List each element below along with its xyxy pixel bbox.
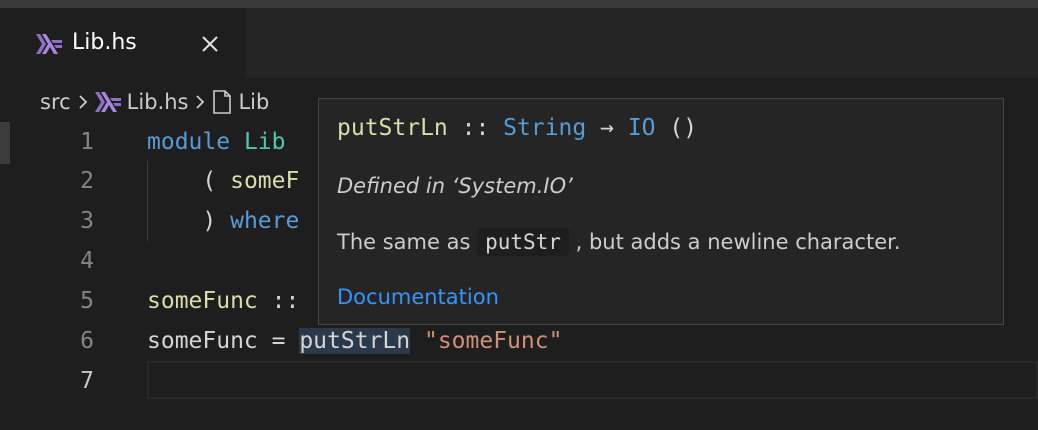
line-number: 6	[80, 328, 94, 354]
breadcrumb-label: Lib	[238, 90, 270, 114]
line-number: 3	[80, 208, 94, 234]
chevron-right-icon	[71, 94, 95, 110]
signature-token: String	[503, 115, 587, 141]
file-icon	[212, 90, 232, 114]
description-suffix: , but adds a newline character.	[568, 230, 901, 254]
code-token: putStrLn	[299, 328, 411, 354]
code-line[interactable]: 7	[0, 361, 1038, 401]
signature-token: putStrLn	[337, 115, 448, 141]
defined-in-text: Defined in ‘System.IO’	[337, 174, 573, 198]
window-top-strip	[0, 0, 1038, 8]
code-text: someFunc ::	[147, 281, 299, 321]
hover-tooltip: putStrLn :: String → IO () Defined in ‘S…	[318, 98, 1004, 325]
code-token: Lib	[243, 129, 286, 155]
signature-token: ()	[655, 115, 698, 141]
breadcrumb-item-lib-module[interactable]: Lib	[212, 90, 269, 114]
breadcrumb-label: src	[40, 90, 71, 114]
close-icon[interactable]	[200, 34, 220, 54]
type-signature: putStrLn :: String → IO ()	[337, 111, 697, 145]
description-text: The same as putStr , but adds a newline …	[337, 225, 901, 259]
haskell-icon	[94, 92, 121, 112]
code-text: module Lib	[147, 122, 286, 162]
breadcrumb: src Lib.hs Lib	[40, 86, 269, 118]
tab-lib-hs[interactable]: Lib.hs	[0, 8, 246, 78]
code-token: ::	[257, 288, 300, 314]
code-token: someFunc	[147, 288, 258, 314]
tab-bar: Lib.hs	[0, 8, 1038, 78]
line-number: 2	[80, 168, 94, 194]
signature-token: →	[586, 115, 628, 141]
line-number: 7	[80, 368, 94, 394]
signature-token: IO	[627, 115, 656, 141]
code-token: )	[147, 208, 231, 234]
line-number: 4	[80, 248, 94, 274]
documentation-link[interactable]: Documentation	[337, 282, 499, 312]
code-token: module	[147, 129, 231, 155]
code-text: ( someF	[147, 161, 299, 201]
code-token: (	[147, 168, 231, 194]
haskell-icon	[36, 34, 62, 58]
line-number: 1	[80, 129, 94, 155]
breadcrumb-item-lib-hs[interactable]: Lib.hs	[94, 90, 189, 114]
breadcrumb-item-src[interactable]: src	[40, 90, 71, 114]
breadcrumb-label: Lib.hs	[126, 90, 189, 114]
chevron-right-icon	[188, 94, 212, 110]
signature-token: ::	[447, 115, 504, 141]
tab-label: Lib.hs	[72, 30, 137, 55]
code-token: someF	[230, 168, 300, 194]
code-token: where	[230, 208, 300, 234]
code-text: someFunc = putStrLn "someFunc"	[147, 321, 562, 361]
inline-code: putStr	[477, 228, 569, 256]
code-text: ) where	[147, 201, 299, 241]
line-number: 5	[80, 288, 94, 314]
code-token: "someFunc"	[423, 328, 563, 354]
code-token: someFunc =	[147, 328, 300, 354]
code-line[interactable]: 6 someFunc = putStrLn "someFunc"	[0, 321, 1038, 361]
description-prefix: The same as	[337, 230, 478, 254]
